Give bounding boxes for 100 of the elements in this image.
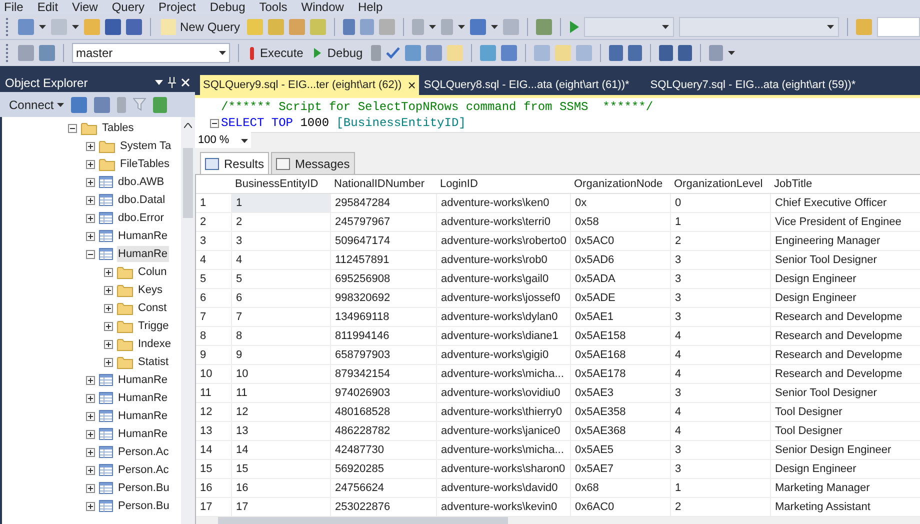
tree-item[interactable]: Keys: [137, 282, 164, 298]
expand-icon[interactable]: [86, 376, 95, 384]
tree-item[interactable]: Tables: [101, 120, 135, 136]
caret-icon: [662, 24, 670, 28]
expand-icon[interactable]: [104, 286, 113, 294]
tree-item[interactable]: HumanRe: [117, 426, 169, 442]
menu-item[interactable]: Help: [358, 1, 383, 13]
table-cell: 0: [670, 194, 770, 212]
expand-icon[interactable]: [104, 322, 113, 330]
table-icon: [99, 428, 113, 440]
tree-item[interactable]: Person.Ac: [117, 444, 170, 460]
expand-icon[interactable]: [86, 394, 95, 402]
tree-item[interactable]: HumanRe: [117, 408, 169, 424]
tree-item[interactable]: Colun: [137, 264, 168, 280]
folder-icon: [99, 158, 115, 170]
column-header[interactable]: NationalIDNumber: [330, 176, 436, 192]
menu-item[interactable]: View: [72, 1, 98, 13]
menu-item[interactable]: Edit: [37, 1, 58, 13]
tree-item[interactable]: HumanRe: [117, 390, 169, 406]
collapse-icon[interactable]: [68, 124, 77, 132]
editor-tab[interactable]: SQLQuery9.sql - EIG...ter (eight\art (62)) ×: [200, 75, 419, 95]
close-icon[interactable]: [181, 78, 190, 87]
results-tab[interactable]: Messages: [271, 152, 355, 174]
tree-item[interactable]: Trigge: [137, 318, 170, 334]
scroll-thumb[interactable]: [183, 148, 193, 218]
column-header[interactable]: LoginID: [436, 176, 570, 192]
table-cell: 15: [231, 460, 330, 478]
table-cell: 24756624: [330, 478, 436, 498]
column-header[interactable]: BusinessEntityID: [231, 176, 330, 192]
scroll-up-icon[interactable]: [184, 123, 192, 128]
menu-item[interactable]: Query: [112, 1, 145, 13]
tree-item[interactable]: Person.Ac: [117, 462, 170, 478]
table-cell: 0x5ADE: [570, 288, 670, 308]
expand-icon[interactable]: [104, 340, 113, 348]
tree-item[interactable]: dbo.AWB: [117, 174, 166, 190]
expand-icon[interactable]: [86, 502, 95, 510]
code-token: 1000: [299, 115, 330, 131]
pin-icon[interactable]: [168, 77, 176, 88]
expand-icon[interactable]: [86, 214, 95, 222]
expand-icon[interactable]: [86, 484, 95, 492]
tree-item[interactable]: Person.Bu: [117, 498, 170, 514]
table-cell: Vice President of Enginee: [770, 212, 913, 232]
execute-button[interactable]: Execute: [247, 44, 306, 62]
tree-item[interactable]: FileTables: [119, 156, 171, 172]
tree-item[interactable]: Person.Bu: [117, 480, 170, 496]
column-header[interactable]: OrganizationLevel: [670, 176, 770, 192]
expand-icon[interactable]: [86, 412, 95, 420]
menu-item[interactable]: Debug: [210, 1, 246, 13]
expand-icon[interactable]: [86, 160, 95, 168]
row-number: 2: [199, 214, 208, 230]
table-cell: 12: [231, 402, 330, 422]
tree-item[interactable]: dbo.Error: [117, 210, 165, 226]
tree-item[interactable]: Statist: [137, 354, 170, 370]
tree-item[interactable]: HumanRe: [117, 246, 169, 262]
menu-item[interactable]: Window: [301, 1, 344, 13]
scrollbar[interactable]: [181, 117, 195, 524]
folder-icon: [99, 140, 115, 152]
filter-icon[interactable]: [132, 98, 146, 111]
collapse-icon[interactable]: [86, 250, 95, 258]
expand-icon[interactable]: [86, 142, 95, 150]
zoom-dropdown[interactable]: 100 %: [195, 132, 251, 149]
column-header[interactable]: OrganizationNode: [570, 176, 670, 192]
dropdown-icon[interactable]: [155, 80, 163, 85]
menu-item[interactable]: File: [4, 1, 24, 13]
expand-icon[interactable]: [86, 466, 95, 474]
table-cell: adventure-works\diane1: [436, 326, 570, 346]
scroll-thumb[interactable]: [218, 517, 508, 524]
tree-item[interactable]: dbo.Datal: [117, 192, 166, 208]
debug-button[interactable]: Debug: [311, 44, 366, 62]
tree-item[interactable]: Indexe: [137, 336, 172, 352]
expand-icon[interactable]: [104, 358, 113, 366]
expand-icon[interactable]: [104, 268, 113, 276]
tree-item[interactable]: HumanRe: [117, 372, 169, 388]
editor-tab[interactable]: SQLQuery8.sql - EIG...ata (eight\art (61))*: [420, 75, 646, 95]
code-editor[interactable]: /****** Script for SelectTopNRows command from SSMS ******/ SELECT TOP 1000 [BusinessEntityID]: [195, 98, 920, 132]
results-tab[interactable]: Results: [200, 152, 270, 174]
editor-tab[interactable]: SQLQuery7.sql - EIG...ata (eight\art (59))*: [647, 75, 872, 95]
tree-item[interactable]: System Ta: [119, 138, 172, 154]
search-field[interactable]: [877, 16, 920, 36]
collapse-icon[interactable]: [210, 118, 219, 128]
connect-button[interactable]: Connect: [9, 96, 64, 114]
column-header[interactable]: JobTitle: [770, 176, 913, 192]
close-icon[interactable]: ×: [408, 78, 416, 92]
tree-item[interactable]: HumanRe: [117, 228, 169, 244]
expand-icon[interactable]: [104, 304, 113, 312]
expand-icon[interactable]: [86, 196, 95, 204]
new-query-button[interactable]: New Query: [159, 18, 242, 36]
menu-item[interactable]: Tools: [259, 1, 288, 13]
play-icon[interactable]: [569, 20, 580, 32]
tree-item[interactable]: Const: [137, 300, 168, 316]
menu-item[interactable]: Project: [158, 1, 196, 13]
database-dropdown[interactable]: master: [72, 43, 230, 63]
expand-icon[interactable]: [86, 232, 95, 240]
expand-icon[interactable]: [86, 430, 95, 438]
table-cell: 811994146: [330, 326, 436, 346]
row-number: 4: [199, 252, 208, 268]
table-cell: 3: [670, 270, 770, 288]
expand-icon[interactable]: [86, 448, 95, 456]
checkmark-icon[interactable]: [386, 47, 400, 59]
expand-icon[interactable]: [86, 178, 95, 186]
